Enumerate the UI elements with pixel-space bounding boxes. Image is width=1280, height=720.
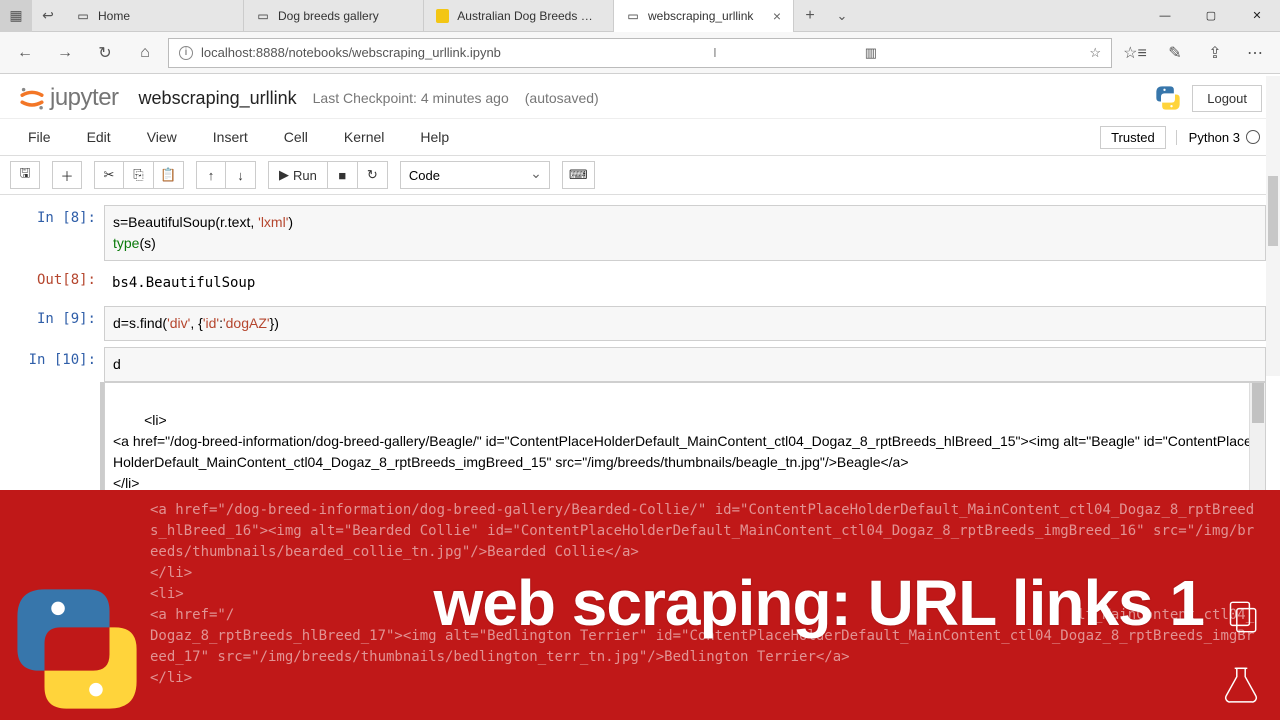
restart-button[interactable]: ↻ (358, 161, 388, 189)
window-controls: — ▢ ✕ (1142, 0, 1280, 32)
jupyter-logo[interactable]: jupyter (18, 84, 119, 112)
add-cell-button[interactable]: ＋ (52, 161, 82, 189)
home-button[interactable]: ⌂ (128, 36, 162, 70)
maximize-button[interactable]: ▢ (1188, 0, 1234, 32)
tab-webscraping[interactable]: ▭ webscraping_urllink × (614, 0, 794, 32)
text-cursor: I (713, 45, 717, 60)
browser-toolbar: ← → ↻ ⌂ i localhost:8888/notebooks/websc… (0, 32, 1280, 74)
kernel-indicator[interactable]: Python 3 (1176, 130, 1260, 145)
menu-edit[interactable]: Edit (69, 123, 129, 151)
prompt-in: In [9]: (14, 306, 104, 341)
close-tab-icon[interactable]: × (773, 8, 781, 24)
logout-button[interactable]: Logout (1192, 85, 1262, 112)
forward-button[interactable]: → (48, 36, 82, 70)
browser-tabs-bar: ▦ ↩ ▭ Home ▭ Dog breeds gallery Australi… (0, 0, 1280, 32)
kernel-name: Python 3 (1189, 130, 1240, 145)
copy-icon (1220, 596, 1262, 638)
command-palette-button[interactable]: ⌨ (562, 161, 595, 189)
run-button[interactable]: ▶ Run (268, 161, 328, 189)
kernel-idle-icon (1246, 130, 1260, 144)
code-input[interactable]: s=BeautifulSoup(r.text, 'lxml') type(s) (104, 205, 1266, 261)
move-down-button[interactable]: ↓ (226, 161, 256, 189)
menu-help[interactable]: Help (402, 123, 467, 151)
more-icon[interactable]: ⋯ (1238, 36, 1272, 70)
notes-icon[interactable]: ✎ (1158, 36, 1192, 70)
cut-button[interactable]: ✂ (94, 161, 124, 189)
banner-title: web scraping: URL links 1 (434, 566, 1204, 640)
jupyter-menubar: File Edit View Insert Cell Kernel Help T… (0, 118, 1280, 156)
trusted-indicator[interactable]: Trusted (1100, 126, 1166, 149)
favorites-icon[interactable]: ☆≡ (1118, 36, 1152, 70)
refresh-button[interactable]: ↻ (88, 36, 122, 70)
page-scrollbar[interactable] (1266, 76, 1280, 376)
close-window-button[interactable]: ✕ (1234, 0, 1280, 32)
page-icon: ▭ (256, 9, 270, 23)
url-text: localhost:8888/notebooks/webscraping_url… (201, 45, 501, 60)
jupyter-logo-icon (18, 84, 46, 112)
menu-view[interactable]: View (129, 123, 195, 151)
autosave-text: (autosaved) (525, 90, 599, 106)
python-kernel-icon (1154, 84, 1182, 112)
menu-kernel[interactable]: Kernel (326, 123, 402, 151)
move-up-button[interactable]: ↑ (196, 161, 226, 189)
copy-button[interactable]: ⎘ (124, 161, 154, 189)
save-button[interactable]: 🖫 (10, 161, 40, 189)
info-icon: i (179, 46, 193, 60)
tab-label: Dog breeds gallery (278, 9, 379, 23)
tabs-dropdown-icon[interactable]: ⌄ (826, 0, 858, 32)
flask-icon (1220, 662, 1262, 704)
prompt-out: Out[8]: (14, 267, 104, 300)
favorite-icon[interactable]: ☆ (1089, 45, 1101, 61)
interrupt-button[interactable]: ■ (328, 161, 358, 189)
menu-cell[interactable]: Cell (266, 123, 326, 151)
minimize-button[interactable]: — (1142, 0, 1188, 32)
tab-dog-breeds[interactable]: ▭ Dog breeds gallery (244, 0, 424, 32)
favicon-icon (436, 9, 449, 23)
cell-type-select[interactable]: Code (400, 161, 550, 189)
address-bar[interactable]: i localhost:8888/notebooks/webscraping_u… (168, 38, 1112, 68)
code-input[interactable]: d (104, 347, 1266, 382)
recent-icon[interactable]: ↩ (32, 0, 64, 32)
new-tab-button[interactable]: + (794, 0, 826, 32)
tab-label: webscraping_urllink (648, 9, 753, 23)
cell-in-8[interactable]: In [8]: s=BeautifulSoup(r.text, 'lxml') … (14, 205, 1266, 261)
cell-in-9[interactable]: In [9]: d=s.find('div', {'id':'dogAZ'}) (14, 306, 1266, 341)
back-button[interactable]: ← (8, 36, 42, 70)
jupyter-toolbar: 🖫 ＋ ✂ ⎘ 📋 ↑ ↓ ▶ Run ■ ↻ Code ⌨ (0, 156, 1280, 195)
jupyter-header: jupyter webscraping_urllink Last Checkpo… (0, 74, 1280, 118)
video-title-banner: <a href="/dog-breed-information/dog-bree… (0, 490, 1280, 720)
tab-label: Australian Dog Breeds Galle (457, 9, 601, 23)
cell-out-8: Out[8]: bs4.BeautifulSoup (14, 267, 1266, 300)
menu-file[interactable]: File (10, 123, 69, 151)
tab-label: Home (98, 9, 130, 23)
page-icon: ▭ (76, 9, 90, 23)
paste-button[interactable]: 📋 (154, 161, 184, 189)
sidebar-toggle-icon[interactable]: ▦ (0, 0, 32, 32)
python-logo-icon (12, 584, 142, 714)
code-input[interactable]: d=s.find('div', {'id':'dogAZ'}) (104, 306, 1266, 341)
page-icon: ▭ (626, 9, 640, 23)
share-icon[interactable]: ⇪ (1198, 36, 1232, 70)
output-text: bs4.BeautifulSoup (104, 267, 1266, 300)
tab-australian-breeds[interactable]: Australian Dog Breeds Galle (424, 0, 614, 32)
tab-home[interactable]: ▭ Home (64, 0, 244, 32)
checkpoint-text: Last Checkpoint: 4 minutes ago (313, 90, 509, 106)
reading-view-icon[interactable]: ▥ (865, 45, 877, 61)
notebook-title[interactable]: webscraping_urllink (139, 88, 297, 109)
menu-insert[interactable]: Insert (195, 123, 266, 151)
prompt-in: In [8]: (14, 205, 104, 261)
